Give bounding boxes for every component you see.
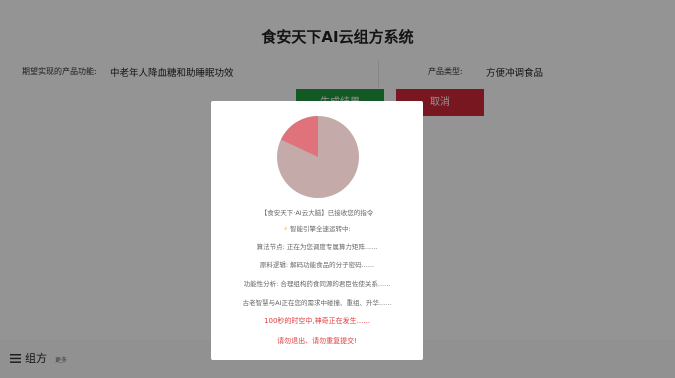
modal-line-ingredient: 原料逻辑: 解码功能食品的分子密码...... — [259, 261, 375, 269]
modal-warning-no-exit: 请勿退出、请勿重复提交! — [277, 337, 357, 345]
modal-line-algorithm: 算法节点: 正在为您调度专属算力矩阵...... — [256, 243, 378, 251]
modal-line-engine-text: 智能引擎全速运转中: — [289, 225, 351, 233]
modal-line-received: 【食安天下·AI云大脑】已接收您的指令 — [260, 209, 374, 217]
progress-pie-chart — [277, 116, 359, 198]
modal-line-wisdom: 古老智慧与AI正在您的需求中碰撞、重组、升华...... — [242, 299, 392, 307]
lightning-icon: ⚡ — [283, 225, 288, 233]
modal-line-function-analysis: 功能性分析: 合理组构药食同源的君臣佐使关系...... — [243, 280, 391, 288]
modal-warning-time: 100秒的时空中,神奇正在发生...... — [264, 317, 370, 325]
processing-modal: 【食安天下·AI云大脑】已接收您的指令 ⚡ 智能引擎全速运转中: 算法节点: 正… — [211, 101, 423, 360]
modal-line-engine: ⚡ 智能引擎全速运转中: — [215, 223, 419, 233]
